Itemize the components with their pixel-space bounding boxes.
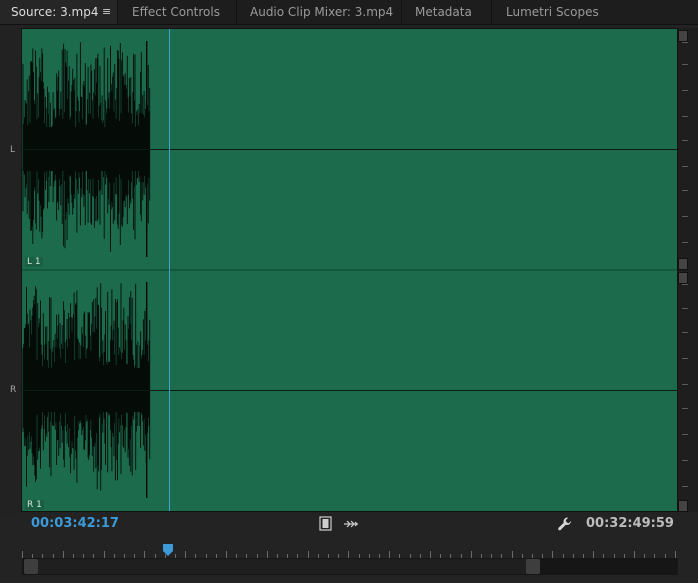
- scroll-handle-bottom-right[interactable]: [678, 500, 688, 512]
- zoom-scrollbar[interactable]: [22, 558, 678, 575]
- ruler-tick: [103, 551, 105, 558]
- scroll-handle-top-left[interactable]: [678, 30, 688, 42]
- amplitude-tick: [682, 358, 688, 359]
- time-ruler[interactable]: [22, 544, 676, 558]
- amplitude-tick: [682, 140, 688, 141]
- waveform-channel-left[interactable]: L 1: [22, 29, 677, 269]
- ruler-tick: [430, 551, 431, 558]
- amplitude-tick: [682, 486, 688, 487]
- ruler-tick: [266, 551, 268, 558]
- amplitude-tick: [682, 460, 688, 461]
- tab-metadata-label: Metadata: [415, 5, 472, 19]
- tab-lumetri-scopes[interactable]: Lumetri Scopes: [493, 0, 613, 24]
- amplitude-tick: [682, 116, 688, 117]
- duration-timecode: 00:32:49:59: [586, 516, 674, 531]
- amplitude-tick: [682, 190, 688, 191]
- amplitude-scrollbar[interactable]: [678, 28, 698, 512]
- ruler-tick: [511, 551, 513, 558]
- scroll-handle-bottom-left[interactable]: [678, 258, 688, 270]
- channel-gutter: L R: [0, 25, 20, 515]
- audio-waveform-view[interactable]: L 1 R 1: [21, 28, 678, 512]
- zoom-handle-right[interactable]: [526, 559, 540, 574]
- scroll-handle-top-right[interactable]: [678, 272, 688, 284]
- amplitude-tick: [682, 308, 688, 309]
- ruler-tick: [593, 551, 595, 558]
- channel-right-label: R: [10, 385, 17, 395]
- tab-metadata[interactable]: Metadata: [403, 0, 492, 24]
- drag-audio-icon[interactable]: [343, 516, 359, 532]
- ruler-tick: [144, 551, 146, 558]
- amplitude-tick: [682, 408, 688, 409]
- ruler-tick: [634, 551, 635, 558]
- ruler-tick: [22, 551, 23, 558]
- ruler-tick: [185, 551, 187, 558]
- amplitude-tick: [682, 166, 688, 167]
- baseline-right: [22, 390, 677, 391]
- tab-effect-controls[interactable]: Effect Controls: [119, 0, 237, 24]
- amplitude-tick: [682, 64, 688, 65]
- waveform-channel-right[interactable]: R 1: [22, 271, 677, 511]
- amplitude-tick: [682, 284, 688, 285]
- amplitude-tick: [682, 42, 688, 43]
- panel-menu-icon[interactable]: ≡: [102, 0, 114, 24]
- amplitude-tick: [682, 90, 688, 91]
- tab-audio-clip-mixer[interactable]: Audio Clip Mixer: 3.mp4: [238, 0, 402, 24]
- playhead-line[interactable]: [169, 29, 170, 511]
- zoom-range[interactable]: [38, 559, 536, 574]
- tab-source[interactable]: Source: 3.mp4: [0, 0, 118, 24]
- amplitude-tick: [682, 434, 688, 435]
- ruler-tick: [552, 551, 554, 558]
- panel-tab-bar: Source: 3.mp4 ≡ Effect Controls Audio Cl…: [0, 0, 698, 25]
- amplitude-tick: [682, 216, 688, 217]
- wrench-icon[interactable]: [557, 516, 573, 532]
- track-label-left: L 1: [25, 257, 43, 267]
- playhead-marker-icon[interactable]: [163, 544, 173, 556]
- amplitude-tick: [682, 332, 688, 333]
- tab-effect-controls-label: Effect Controls: [132, 5, 220, 19]
- ruler-tick: [62, 551, 64, 558]
- channel-left-label: L: [10, 145, 16, 155]
- ruler-tick: [307, 551, 309, 558]
- film-icon[interactable]: [318, 516, 334, 532]
- baseline-left: [22, 149, 677, 150]
- amplitude-tick: [682, 242, 688, 243]
- ruler-tick: [470, 551, 472, 558]
- track-label-right: R 1: [25, 500, 44, 510]
- tab-lumetri-scopes-label: Lumetri Scopes: [506, 5, 599, 19]
- waveform-right: [22, 282, 151, 498]
- zoom-handle-left[interactable]: [24, 559, 38, 574]
- ruler-tick: [389, 551, 391, 558]
- tab-source-label: Source: 3.mp4: [11, 5, 99, 19]
- ruler-tick: [226, 551, 227, 558]
- current-timecode[interactable]: 00:03:42:17: [31, 516, 119, 531]
- tab-audio-clip-mixer-label: Audio Clip Mixer: 3.mp4: [250, 5, 394, 19]
- amplitude-tick: [682, 384, 688, 385]
- ruler-tick: [674, 551, 676, 558]
- ruler-tick: [348, 551, 350, 558]
